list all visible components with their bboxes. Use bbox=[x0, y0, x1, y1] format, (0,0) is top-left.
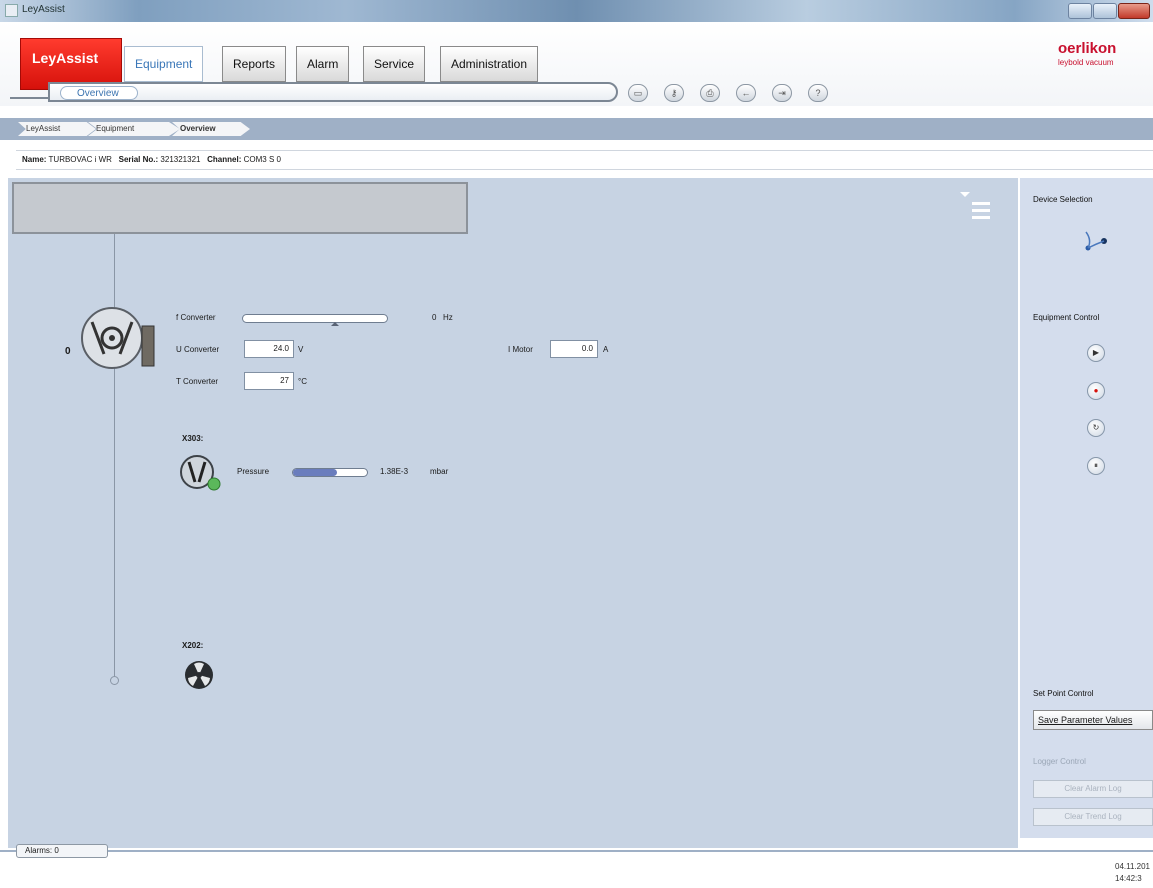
u-converter-value: 24.0 bbox=[244, 340, 294, 358]
reset-icon[interactable]: ↻ bbox=[1087, 419, 1105, 437]
serial-label: Serial No.: bbox=[118, 155, 159, 164]
pressure-label: Pressure bbox=[237, 467, 270, 476]
bus-line bbox=[114, 234, 115, 682]
app-icon bbox=[5, 4, 18, 17]
play-icon[interactable]: ▶ bbox=[1087, 344, 1105, 362]
breadcrumb-item-leyassist[interactable]: LeyAssist bbox=[18, 122, 96, 136]
pressure-value: 1.38E-3 bbox=[380, 467, 409, 476]
print-icon[interactable]: ▭ bbox=[628, 84, 648, 102]
pause-icon[interactable]: ⏸ bbox=[1087, 457, 1105, 475]
breadcrumb-item-equipment[interactable]: Equipment bbox=[88, 122, 180, 136]
x202-label: X202: bbox=[182, 641, 204, 650]
window-title: LeyAssist bbox=[22, 4, 65, 15]
tab-alarm[interactable]: Alarm bbox=[296, 46, 350, 82]
logout-icon[interactable]: ⇥ bbox=[772, 84, 792, 102]
slider-marker bbox=[331, 322, 339, 326]
clear-trend-log-button[interactable]: Clear Trend Log bbox=[1033, 808, 1153, 826]
clear-alarm-log-button[interactable]: Clear Alarm Log bbox=[1033, 780, 1153, 798]
gauge-icon[interactable] bbox=[180, 454, 228, 494]
subnav-line bbox=[10, 97, 50, 99]
chevron-down-icon bbox=[960, 192, 970, 197]
key-icon[interactable]: ⚷ bbox=[664, 84, 684, 102]
u-converter-unit: V bbox=[298, 345, 304, 354]
bus-end-marker bbox=[110, 676, 119, 685]
tab-equipment[interactable]: Equipment bbox=[124, 46, 204, 82]
channel-value: COM3 S 0 bbox=[243, 155, 281, 164]
subtab-overview[interactable]: Overview bbox=[60, 86, 138, 100]
pressure-bar bbox=[292, 468, 368, 477]
printer-icon[interactable]: ⎙ bbox=[700, 84, 720, 102]
f-converter-unit: Hz bbox=[443, 313, 453, 322]
i-motor-unit: A bbox=[603, 345, 609, 354]
help-icon[interactable]: ? bbox=[808, 84, 828, 102]
f-converter-slider bbox=[242, 314, 388, 323]
maximize-button[interactable] bbox=[1093, 3, 1117, 19]
alarms-tab[interactable]: Alarms: 0 bbox=[16, 844, 108, 858]
breadcrumb-item-overview[interactable]: Overview bbox=[172, 122, 250, 136]
pressure-unit: mbar bbox=[430, 467, 449, 476]
minimize-button[interactable] bbox=[1068, 3, 1092, 19]
t-converter-unit: °C bbox=[298, 377, 307, 386]
close-button[interactable] bbox=[1118, 3, 1150, 19]
t-converter-value: 27 bbox=[244, 372, 294, 390]
channel-label: Channel: bbox=[207, 155, 242, 164]
turbo-pump-icon[interactable] bbox=[80, 306, 160, 370]
equipment-canvas bbox=[8, 178, 1018, 848]
device-header-box bbox=[12, 182, 468, 234]
device-info-bar: Name: TURBOVAC i WR Serial No.: 32132132… bbox=[16, 150, 1153, 170]
title-bar: LeyAssist bbox=[0, 0, 1153, 22]
status-date: 04.11.201 bbox=[1115, 862, 1150, 871]
save-parameter-values-button[interactable]: Save Parameter Values bbox=[1033, 710, 1153, 730]
device-selection-icon[interactable] bbox=[1082, 226, 1112, 256]
equipment-control-label: Equipment Control bbox=[1033, 313, 1100, 322]
name-value: TURBOVAC i WR bbox=[48, 155, 112, 164]
u-converter-label: U Converter bbox=[176, 345, 220, 354]
stop-icon[interactable]: ● bbox=[1087, 382, 1105, 400]
status-time: 14:42:3 bbox=[1115, 874, 1142, 883]
device-index: 0 bbox=[65, 346, 71, 357]
right-panel bbox=[1020, 178, 1153, 838]
serial-value: 321321321 bbox=[160, 155, 201, 164]
t-converter-label: T Converter bbox=[176, 377, 219, 386]
tab-administration[interactable]: Administration bbox=[440, 46, 539, 82]
name-label: Name: bbox=[22, 155, 47, 164]
menu-icon[interactable] bbox=[960, 192, 994, 228]
logger-control-label: Logger Control bbox=[1033, 757, 1086, 766]
tab-reports[interactable]: Reports bbox=[222, 46, 287, 82]
back-icon[interactable]: ← bbox=[736, 84, 756, 102]
i-motor-value: 0.0 bbox=[550, 340, 598, 358]
status-bar bbox=[0, 850, 1153, 888]
fan-icon[interactable] bbox=[184, 660, 216, 692]
f-converter-value: 0 bbox=[432, 313, 437, 322]
f-converter-label: f Converter bbox=[176, 313, 216, 322]
i-motor-label: I Motor bbox=[508, 345, 533, 354]
set-point-control-label: Set Point Control bbox=[1033, 689, 1094, 698]
x303-label: X303: bbox=[182, 434, 204, 443]
device-selection-label: Device Selection bbox=[1033, 195, 1093, 204]
brand-subtitle: leybold vacuum bbox=[1058, 58, 1114, 67]
brand-logo: oerlikon bbox=[1058, 40, 1117, 57]
tab-service[interactable]: Service bbox=[363, 46, 426, 82]
app-window: LeyAssist LeyAssist Equipment Reports Al… bbox=[0, 0, 1153, 888]
